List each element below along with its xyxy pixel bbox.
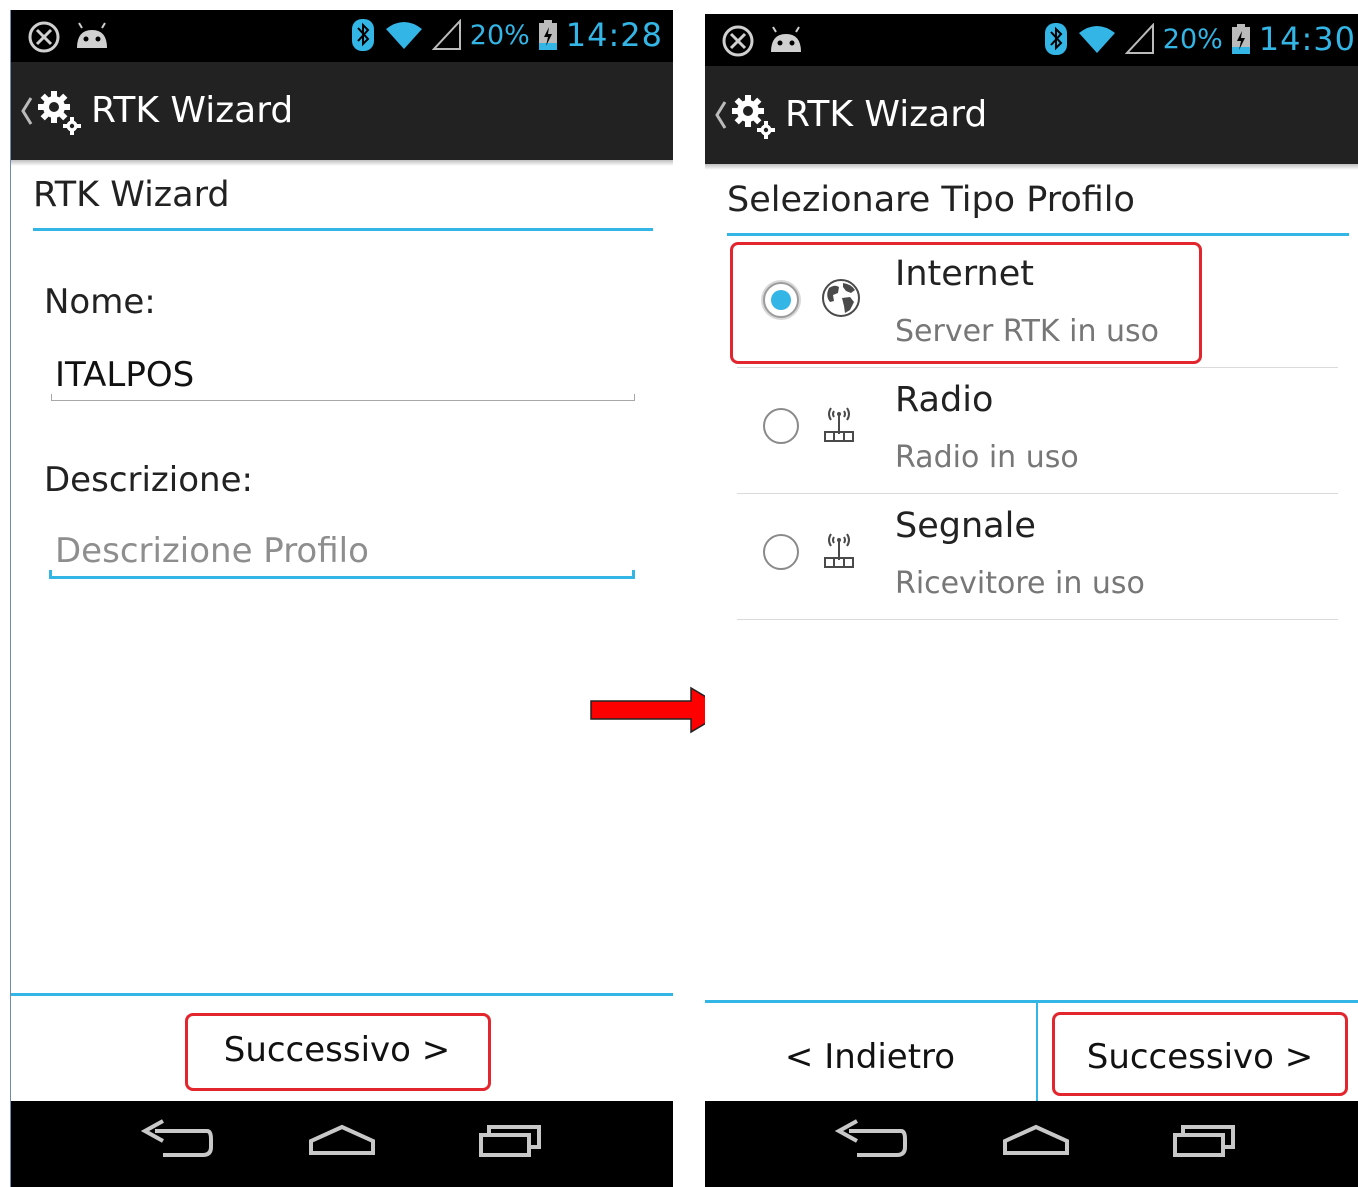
action-bar: RTK Wizard: [11, 62, 673, 160]
battery-charging-icon: [538, 20, 557, 50]
highlight-box: [1052, 1012, 1348, 1096]
antenna-icon: [824, 533, 854, 568]
up-caret-icon[interactable]: [20, 96, 34, 126]
settings-gears-icon[interactable]: [731, 94, 775, 140]
option-subtitle: Radio in uso: [895, 440, 1079, 475]
signal-icon: [431, 19, 461, 50]
recent-apps-icon[interactable]: [1171, 1119, 1237, 1159]
status-bar: 20% 14:30: [705, 14, 1358, 66]
battery-charging-icon: [1231, 24, 1250, 54]
highlight-box: [730, 242, 1202, 364]
battery-percent: 20%: [469, 19, 530, 51]
navigation-bar: [705, 1101, 1358, 1187]
back-icon[interactable]: [141, 1119, 215, 1163]
name-field[interactable]: [51, 350, 639, 400]
android-debug-icon: [77, 22, 107, 48]
navigation-bar: [11, 1101, 673, 1187]
wifi-icon: [1078, 26, 1115, 53]
settings-gears-icon[interactable]: [37, 90, 81, 136]
bluetooth-icon: [1044, 23, 1067, 55]
status-bar: 20% 14:28: [11, 10, 673, 62]
description-label: Descrizione:: [44, 460, 253, 500]
clock: 14:28: [565, 16, 663, 54]
wizard-screen-name: 20% 14:28 RTK Wizard RTK Wizard Nome: De…: [10, 10, 673, 1187]
section-title: RTK Wizard: [33, 175, 230, 215]
option-divider: [737, 619, 1338, 620]
section-title: Selezionare Tipo Profilo: [727, 180, 1135, 220]
section-divider: [727, 233, 1349, 236]
wizard-screen-profile-type: 20% 14:30 RTK Wizard Selezionare Tipo Pr…: [705, 14, 1358, 1187]
highlight-box: [185, 1013, 491, 1091]
antenna-icon: [824, 407, 854, 442]
clock: 14:30: [1258, 20, 1356, 58]
recent-apps-icon[interactable]: [477, 1119, 543, 1159]
action-bar: RTK Wizard: [705, 66, 1358, 164]
action-bar-title: RTK Wizard: [785, 94, 988, 135]
name-field-underline: [51, 394, 635, 401]
gps-off-icon: [722, 25, 754, 57]
action-bar-shadow: [11, 160, 673, 166]
profile-option-radio[interactable]: Radio Radio in uso: [733, 368, 1338, 494]
action-bar-shadow: [705, 164, 1358, 170]
section-divider: [33, 228, 653, 231]
option-title: Radio: [895, 380, 994, 420]
option-title: Segnale: [895, 506, 1036, 546]
name-label: Nome:: [44, 282, 156, 322]
home-icon[interactable]: [1001, 1119, 1071, 1159]
description-field-underline: [49, 570, 635, 579]
action-bar-title: RTK Wizard: [91, 90, 294, 131]
back-icon[interactable]: [835, 1119, 909, 1163]
back-button[interactable]: < Indietro: [715, 1015, 1025, 1099]
description-field[interactable]: [51, 526, 639, 576]
option-subtitle: Ricevitore in uso: [895, 566, 1145, 601]
footer-divider: [1036, 1003, 1038, 1111]
bluetooth-icon: [351, 19, 374, 51]
radio-option-radio[interactable]: [763, 408, 799, 444]
android-debug-icon: [771, 26, 801, 52]
battery-percent: 20%: [1162, 23, 1223, 55]
wifi-icon: [385, 22, 422, 49]
signal-icon: [1124, 23, 1154, 54]
gps-off-icon: [28, 21, 60, 53]
up-caret-icon[interactable]: [714, 100, 728, 130]
home-icon[interactable]: [307, 1119, 377, 1159]
segnale-radio[interactable]: [763, 534, 799, 570]
profile-option-segnale[interactable]: Segnale Ricevitore in uso: [733, 494, 1338, 620]
